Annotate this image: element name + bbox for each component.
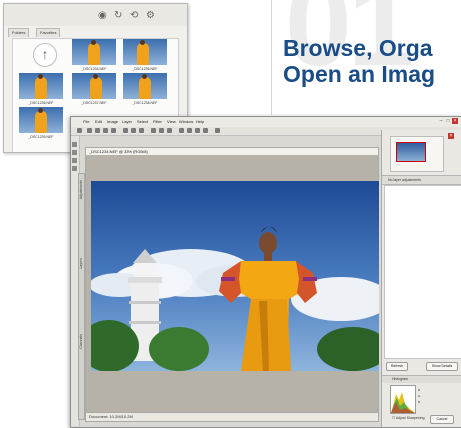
move-tool-icon[interactable] <box>77 128 82 133</box>
menu-bar: File Edit Image Layer Select Filter View… <box>71 117 461 127</box>
menu-select[interactable]: Select <box>137 119 148 124</box>
navigator-thumbnail[interactable] <box>396 142 426 162</box>
menu-file[interactable]: File <box>83 119 89 124</box>
adjust-sharpening-checkbox[interactable]: ☐ Adjust Sharpening <box>392 416 425 420</box>
histogram-header: Histogram <box>382 375 461 383</box>
grid-toggle-icon[interactable] <box>215 128 220 133</box>
side-label-layers[interactable]: Layers <box>79 258 83 269</box>
close-icon[interactable]: × <box>452 118 458 124</box>
histogram-row-r: R <box>418 388 421 392</box>
photo-canvas[interactable] <box>91 181 379 371</box>
tool-icon[interactable] <box>72 150 77 155</box>
image-thumbnail[interactable] <box>19 107 63 133</box>
menu-filter[interactable]: Filter <box>153 119 162 124</box>
image-thumbnail[interactable] <box>72 73 116 99</box>
maximize-icon[interactable]: □ <box>445 118 451 124</box>
thumbnail-caption: _DSC1238.NEF <box>132 101 158 105</box>
thumbnail-caption: _DSC1234.NEF <box>81 67 107 71</box>
pen-tool-icon[interactable] <box>167 128 172 133</box>
histogram-row-b: B <box>418 400 421 404</box>
dodge-tool-icon[interactable] <box>159 128 164 133</box>
tab-favorites[interactable]: Favorites <box>36 28 61 37</box>
thumbnail-caption: _DSC1235.NEF <box>132 67 158 71</box>
menu-help[interactable]: Help <box>196 119 204 124</box>
hand-tool-icon[interactable] <box>195 128 200 133</box>
zoom-tool-icon[interactable] <box>203 128 208 133</box>
image-thumbnail[interactable] <box>19 73 63 99</box>
photo-image <box>91 181 379 371</box>
gradient-tool-icon[interactable] <box>151 128 156 133</box>
status-bar: Document: 10.2M/10.2M <box>85 412 379 422</box>
thumbnail-caption: _DSC1237.NEF <box>81 101 107 105</box>
shape-tool-icon[interactable] <box>187 128 192 133</box>
tool-icon[interactable] <box>72 166 77 171</box>
photoshop-window: File Edit Image Layer Select Filter View… <box>70 116 461 428</box>
rotate-icon[interactable]: ⟲ <box>130 10 138 21</box>
menu-image[interactable]: Image <box>107 119 118 124</box>
cancel-button[interactable]: Cancel <box>430 415 454 424</box>
menu-edit[interactable]: Edit <box>95 119 102 124</box>
document-title: _DSC1234.NEF @ 33% (RGB/8) <box>89 149 148 154</box>
navigator-panel <box>390 136 444 172</box>
brush-tool-icon[interactable] <box>123 128 128 133</box>
camera-icon[interactable]: ◉ <box>98 10 107 21</box>
eraser-tool-icon[interactable] <box>139 128 144 133</box>
column-divider <box>271 0 272 115</box>
layers-panel-label: No layer adjustments <box>388 178 421 182</box>
tool-icon[interactable] <box>72 142 77 147</box>
crop-tool-icon[interactable] <box>103 128 108 133</box>
status-text: Document: 10.2M/10.2M <box>89 414 133 419</box>
image-thumbnail[interactable] <box>123 73 167 99</box>
layers-list[interactable] <box>384 185 461 359</box>
headline-line-2: Open an Imag <box>283 61 436 87</box>
side-label-channels[interactable]: Channels <box>79 334 83 349</box>
show-details-button[interactable]: Show Details <box>426 362 458 371</box>
menu-layer[interactable]: Layer <box>122 119 132 124</box>
side-panel-strip: Adjustments Layers Channels <box>78 173 85 420</box>
thumbnail-caption: _DSC1236.NEF <box>28 101 54 105</box>
panel-close-icon[interactable]: × <box>448 133 454 139</box>
eyedropper-tool-icon[interactable] <box>111 128 116 133</box>
browser-toolbar <box>4 4 187 26</box>
refresh-button[interactable]: Refresh <box>386 362 408 371</box>
type-tool-icon[interactable] <box>179 128 184 133</box>
refresh-icon[interactable]: ↻ <box>114 10 122 21</box>
headline-line-1: Browse, Orga <box>283 35 433 61</box>
right-panel: × No layer adjustments Refresh Show Deta… <box>381 130 461 427</box>
minimize-icon[interactable]: – <box>438 118 444 124</box>
image-thumbnail[interactable] <box>72 39 116 65</box>
marquee-tool-icon[interactable] <box>87 128 92 133</box>
tool-icon[interactable] <box>72 158 77 163</box>
menu-view[interactable]: View <box>167 119 176 124</box>
side-label-adjustments[interactable]: Adjustments <box>79 180 83 199</box>
checkbox-label: Adjust Sharpening <box>395 416 425 420</box>
menu-window[interactable]: Window <box>179 119 193 124</box>
clone-tool-icon[interactable] <box>131 128 136 133</box>
folder-up-icon[interactable]: ↑ <box>33 43 57 67</box>
lasso-tool-icon[interactable] <box>95 128 100 133</box>
tab-folders[interactable]: Folders <box>8 28 30 37</box>
layers-panel-header: No layer adjustments <box>382 175 461 185</box>
settings-icon[interactable]: ⚙ <box>146 10 155 21</box>
image-thumbnail[interactable] <box>123 39 167 65</box>
histogram-graph <box>390 385 416 414</box>
histogram-label: Histogram <box>392 377 408 381</box>
thumbnail-caption: _DSC1239.NEF <box>28 135 54 139</box>
histogram-row-g: G <box>418 394 421 398</box>
